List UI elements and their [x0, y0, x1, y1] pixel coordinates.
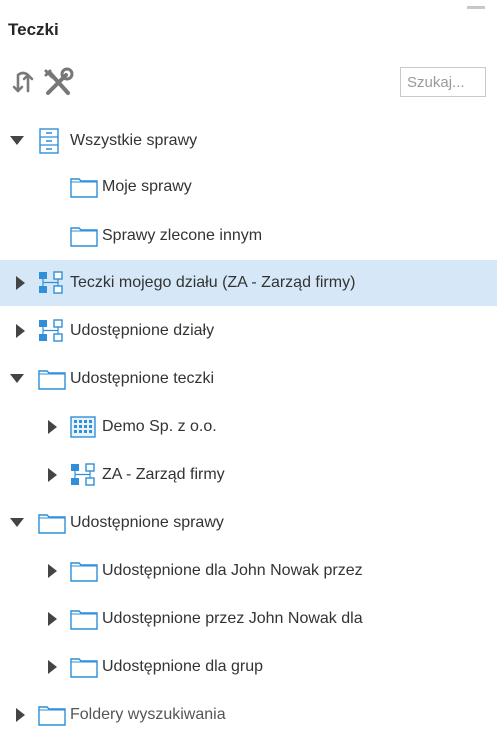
tree-item[interactable]: Demo Sp. z o.o. [0, 404, 497, 450]
search-input[interactable] [400, 67, 486, 97]
tree-item-label: Udostępnione działy [70, 322, 215, 339]
tree-item[interactable]: Udostępnione dla John Nowak przez [0, 548, 497, 594]
expanded-arrow-icon [10, 136, 24, 145]
collapsed-arrow-icon [48, 612, 57, 626]
expand-toggle[interactable] [14, 708, 28, 722]
tree-item-label: Demo Sp. z o.o. [102, 418, 217, 435]
folder-icon [70, 608, 98, 630]
folder-icon [70, 176, 98, 198]
tree-item-label: Sprawy zlecone innym [102, 227, 263, 244]
building-icon [70, 416, 96, 438]
folders-panel: Teczki Wszystkie sprawy Moje sprawy Sprawy… [0, 0, 497, 726]
folder-icon [38, 368, 66, 390]
expand-toggle[interactable] [46, 660, 60, 674]
folder-icon [38, 512, 66, 534]
folder-icon [70, 656, 98, 678]
tree-item-label: Udostępnione przez John Nowak dla [102, 610, 363, 627]
refresh-button[interactable] [6, 66, 40, 100]
org-chart-icon [38, 271, 64, 295]
tree-item-label: Udostępnione dla John Nowak przez [102, 562, 363, 579]
tree-item-label: Wszystkie sprawy [70, 132, 198, 149]
collapsed-arrow-icon [48, 660, 57, 674]
minimize-icon[interactable] [467, 6, 485, 9]
tree-item[interactable]: Moje sprawy [0, 164, 497, 210]
tree-item-label: Moje sprawy [102, 178, 192, 195]
tree-item[interactable]: Wszystkie sprawy [0, 118, 497, 164]
tree-item-label: ZA - Zarząd firmy [102, 466, 225, 483]
tools-icon [44, 67, 74, 95]
tree-item-label: Teczki mojego działu (ZA - Zarząd firmy) [70, 274, 356, 291]
expand-toggle[interactable] [46, 564, 60, 578]
tree-item-label: Foldery wyszukiwania [70, 706, 226, 723]
cabinet-icon [38, 128, 60, 154]
collapsed-arrow-icon [16, 276, 25, 290]
tree-item[interactable]: Udostępnione sprawy [0, 500, 497, 546]
collapsed-arrow-icon [48, 420, 57, 434]
expanded-arrow-icon [10, 374, 24, 383]
folder-icon [38, 704, 66, 726]
settings-button[interactable] [42, 66, 76, 100]
tree-item[interactable]: ZA - Zarząd firmy [0, 452, 497, 498]
tree-item-label: Udostępnione teczki [70, 370, 215, 387]
tree-item[interactable]: Udostępnione teczki [0, 356, 497, 402]
collapse-toggle[interactable] [10, 516, 24, 530]
tree-item[interactable]: Udostępnione przez John Nowak dla [0, 596, 497, 642]
expand-toggle[interactable] [46, 468, 60, 482]
collapsed-arrow-icon [16, 324, 25, 338]
tree-item-label: Udostępnione sprawy [70, 514, 224, 531]
collapse-toggle[interactable] [10, 372, 24, 386]
expanded-arrow-icon [10, 518, 24, 527]
panel-title: Teczki [8, 20, 59, 39]
folder-icon [70, 560, 98, 582]
tree-item[interactable]: Udostępnione dla grup [0, 644, 497, 690]
tree-item[interactable]: Sprawy zlecone innym [0, 213, 497, 259]
org-chart-icon [70, 463, 96, 487]
org-chart-icon [38, 319, 64, 343]
tree-item-label: Udostępnione dla grup [102, 658, 264, 675]
collapsed-arrow-icon [16, 708, 25, 722]
expand-toggle[interactable] [46, 420, 60, 434]
tree-item[interactable]: Foldery wyszukiwania [0, 692, 497, 738]
expand-toggle[interactable] [14, 324, 28, 338]
collapsed-arrow-icon [48, 468, 57, 482]
expand-toggle[interactable] [46, 612, 60, 626]
tree-item[interactable]: Udostępnione działy [0, 308, 497, 354]
tree-item[interactable]: Teczki mojego działu (ZA - Zarząd firmy) [0, 260, 497, 306]
expand-toggle[interactable] [14, 276, 28, 290]
collapsed-arrow-icon [48, 564, 57, 578]
folder-icon [70, 225, 98, 247]
collapse-toggle[interactable] [10, 134, 24, 148]
refresh-icon [12, 71, 34, 93]
